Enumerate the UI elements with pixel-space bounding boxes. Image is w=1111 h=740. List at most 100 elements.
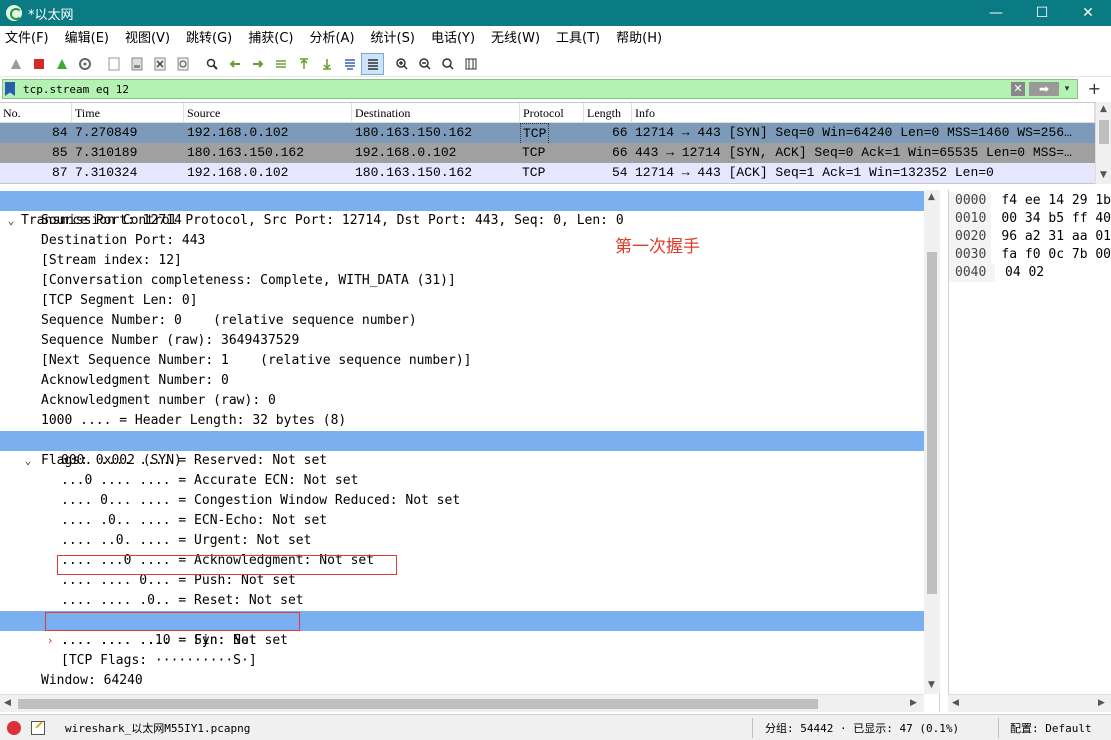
byte-row[interactable]: 0020 96 a2 31 aa 01 [949, 228, 1111, 246]
tree-field[interactable]: Source Port: 12714 [41, 211, 939, 231]
stop-capture-icon[interactable] [27, 53, 50, 75]
start-capture-icon[interactable] [4, 53, 27, 75]
restart-capture-icon[interactable] [50, 53, 73, 75]
go-first-icon[interactable] [292, 53, 315, 75]
column-length[interactable]: Length [584, 103, 632, 123]
packet-row[interactable]: 85 7.310189 180.163.150.162 192.168.0.10… [0, 143, 1095, 163]
menu-view[interactable]: 视图(V) [117, 26, 178, 52]
resize-columns-icon[interactable] [459, 53, 482, 75]
flag-field[interactable]: .... ..0. .... = Urgent: Not set [61, 531, 939, 551]
flag-field[interactable]: [TCP Flags: ··········S·] [61, 651, 939, 671]
capture-comment-icon[interactable] [31, 720, 45, 735]
open-file-icon[interactable] [102, 53, 125, 75]
bytes-h-scrollbar[interactable]: ◀ ▶ [948, 694, 1111, 712]
tree-field[interactable]: [TCP Segment Len: 0] [41, 291, 939, 311]
menu-file[interactable]: 文件(F) [0, 26, 57, 52]
colorize-icon[interactable] [361, 53, 384, 75]
apply-filter-icon[interactable]: ➡ [1029, 82, 1059, 96]
profile-selector[interactable]: 配置: Default [1010, 720, 1092, 736]
byte-row[interactable]: 0000 f4 ee 14 29 1b [949, 192, 1111, 210]
menu-go[interactable]: 跳转(G) [178, 26, 240, 52]
filter-dropdown-icon[interactable]: ▾ [1060, 81, 1074, 97]
flag-field[interactable]: .... .... ...0 = Fin: Not set [61, 631, 939, 651]
tree-field[interactable]: Acknowledgment Number: 0 [41, 371, 939, 391]
maximize-button[interactable]: ☐ [1019, 0, 1065, 26]
flag-field[interactable]: 000. .... .... = Reserved: Not set [61, 451, 939, 471]
menu-tools[interactable]: 工具(T) [548, 26, 608, 52]
go-forward-icon[interactable] [246, 53, 269, 75]
tree-field[interactable]: [Next Sequence Number: 1 (relative seque… [41, 351, 939, 371]
tree-field[interactable]: Window: 64240 [41, 671, 939, 691]
menu-capture[interactable]: 捕获(C) [240, 26, 301, 52]
expand-arrow-icon[interactable]: › [44, 631, 56, 651]
zoom-out-icon[interactable] [413, 53, 436, 75]
menu-analyze[interactable]: 分析(A) [301, 26, 362, 52]
bookmark-icon[interactable] [5, 82, 15, 96]
packet-row[interactable]: 84 7.270849 192.168.0.102 180.163.150.16… [0, 123, 1095, 143]
reload-file-icon[interactable] [171, 53, 194, 75]
details-scrollbar[interactable]: ▲ ▼ [924, 190, 940, 694]
byte-row[interactable]: 0040 04 02 [949, 264, 1111, 282]
tree-field[interactable]: Sequence Number (raw): 3649437529 [41, 331, 939, 351]
scroll-right-icon[interactable]: ▶ [910, 698, 917, 708]
column-source[interactable]: Source [184, 103, 352, 123]
menu-telephony[interactable]: 电话(Y) [423, 26, 483, 52]
scroll-right-icon[interactable]: ▶ [1098, 698, 1105, 708]
scrollbar-thumb[interactable] [927, 252, 937, 594]
column-info[interactable]: Info [632, 103, 1095, 123]
flags-tree-item[interactable]: ⌄ Flags: 0x002 (SYN) [0, 431, 924, 468]
capture-options-icon[interactable] [73, 53, 96, 75]
column-time[interactable]: Time [72, 103, 184, 123]
normal-size-icon[interactable] [436, 53, 459, 75]
scrollbar-thumb[interactable] [1099, 120, 1109, 144]
menu-edit[interactable]: 编辑(E) [57, 26, 117, 52]
close-file-icon[interactable] [148, 53, 171, 75]
byte-row[interactable]: 0030 fa f0 0c 7b 00 [949, 246, 1111, 264]
close-button[interactable]: ✕ [1065, 0, 1111, 26]
tree-field[interactable]: Sequence Number: 0 (relative sequence nu… [41, 311, 939, 331]
add-filter-button-icon[interactable]: + [1088, 79, 1101, 99]
scroll-left-icon[interactable]: ◀ [4, 698, 11, 708]
packet-row[interactable]: 87 7.310324 192.168.0.102 180.163.150.16… [0, 163, 1095, 183]
scrollbar-thumb[interactable] [18, 699, 818, 709]
tree-field[interactable]: Acknowledgment number (raw): 0 [41, 391, 939, 411]
scroll-down-icon[interactable]: ▼ [928, 680, 935, 690]
scroll-up-icon[interactable]: ▲ [928, 192, 935, 202]
tree-field[interactable]: Destination Port: 443 [41, 231, 939, 251]
save-file-icon[interactable] [125, 53, 148, 75]
go-to-packet-icon[interactable] [269, 53, 292, 75]
collapse-arrow-icon[interactable]: ⌄ [5, 211, 17, 231]
display-filter-input[interactable]: tcp.stream eq 12 ✕ ➡ ▾ [2, 79, 1078, 99]
find-packet-icon[interactable] [200, 53, 223, 75]
details-h-scrollbar[interactable]: ◀ ▶ [0, 694, 924, 712]
byte-row[interactable]: 0010 00 34 b5 ff 40 [949, 210, 1111, 228]
scroll-left-icon[interactable]: ◀ [952, 698, 959, 708]
flag-field[interactable]: .... .0.. .... = ECN-Echo: Not set [61, 511, 939, 531]
menu-bar: 文件(F) 编辑(E) 视图(V) 跳转(G) 捕获(C) 分析(A) 统计(S… [0, 26, 1111, 52]
packet-list-scrollbar[interactable]: ▲ ▼ [1095, 102, 1111, 184]
flag-field[interactable]: ...0 .... .... = Accurate ECN: Not set [61, 471, 939, 491]
menu-help[interactable]: 帮助(H) [608, 26, 670, 52]
menu-statistics[interactable]: 统计(S) [363, 26, 423, 52]
tcp-tree-item[interactable]: ⌄ Transmission Control Protocol, Src Port… [0, 191, 924, 228]
byte-offset: 0010 [949, 210, 992, 228]
collapse-arrow-icon[interactable]: ⌄ [22, 451, 34, 471]
scroll-down-icon[interactable]: ▼ [1100, 170, 1107, 180]
scroll-up-icon[interactable]: ▲ [1100, 104, 1107, 114]
column-protocol[interactable]: Protocol [520, 103, 584, 123]
go-last-icon[interactable] [315, 53, 338, 75]
zoom-in-icon[interactable] [390, 53, 413, 75]
go-back-icon[interactable] [223, 53, 246, 75]
auto-scroll-icon[interactable] [338, 53, 361, 75]
flag-field[interactable]: .... .... .0.. = Reset: Not set [61, 591, 939, 611]
capture-status-icon[interactable] [7, 720, 21, 735]
column-destination[interactable]: Destination [352, 103, 520, 123]
flag-field[interactable]: .... 0... .... = Congestion Window Reduc… [61, 491, 939, 511]
tree-field[interactable]: 1000 .... = Header Length: 32 bytes (8) [41, 411, 939, 431]
menu-wireless[interactable]: 无线(W) [483, 26, 548, 52]
tree-field[interactable]: [Stream index: 12] [41, 251, 939, 271]
minimize-button[interactable]: — [973, 0, 1019, 26]
tree-field[interactable]: [Conversation completeness: Complete, WI… [41, 271, 939, 291]
column-no[interactable]: No. [0, 103, 72, 123]
clear-filter-icon[interactable]: ✕ [1011, 82, 1025, 96]
